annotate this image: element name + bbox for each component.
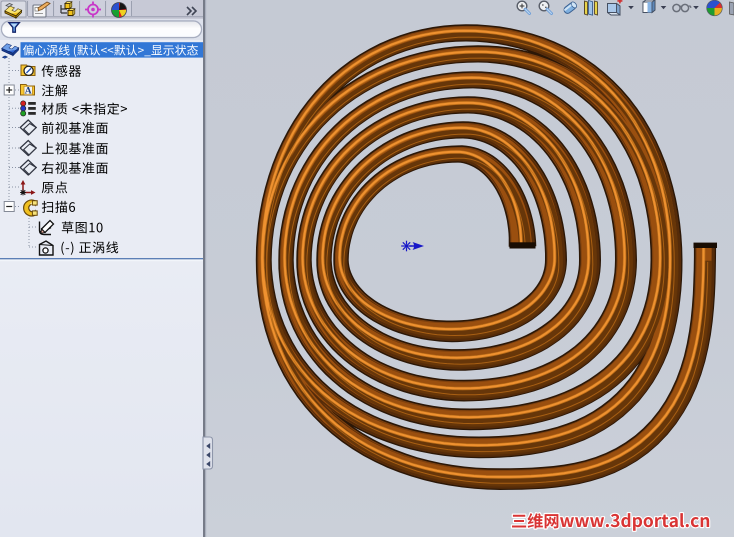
svg-text:A: A <box>25 87 32 97</box>
